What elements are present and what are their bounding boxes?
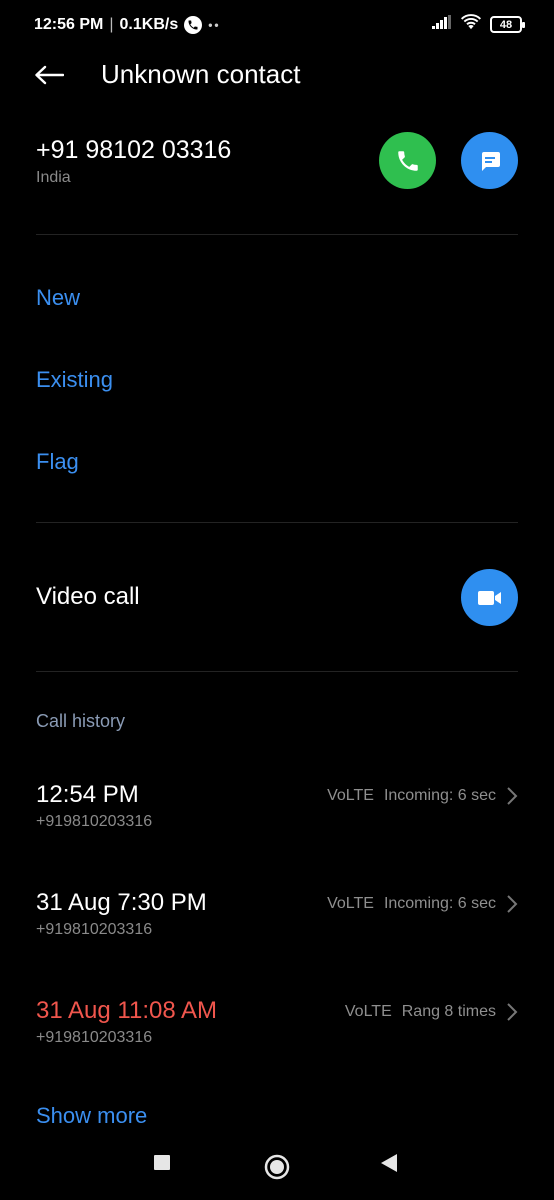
flag-link[interactable]: Flag xyxy=(36,449,79,475)
new-contact-link[interactable]: New xyxy=(36,285,80,311)
status-separator: | xyxy=(109,16,114,33)
message-icon xyxy=(481,151,500,171)
call-network: VoLTE xyxy=(327,787,374,804)
back-button[interactable] xyxy=(378,1152,400,1174)
status-bar: 12:56 PM | 0.1KB/s •• 48 xyxy=(0,0,554,50)
home-circle-icon xyxy=(264,1154,290,1180)
battery-icon: 48 xyxy=(490,16,525,33)
signal-icon xyxy=(432,15,452,34)
divider xyxy=(36,234,518,235)
chevron-right-icon xyxy=(507,895,518,913)
call-time-missed: 31 Aug 11:08 AM xyxy=(36,997,218,1024)
existing-contact-link[interactable]: Existing xyxy=(36,367,113,393)
contact-phone-number[interactable]: +91 98102 03316 xyxy=(36,136,231,165)
call-number: +919810203316 xyxy=(36,813,153,830)
video-call-label: Video call xyxy=(36,583,140,610)
status-speed: 0.1KB/s xyxy=(119,16,179,33)
app-header: Unknown contact xyxy=(0,50,554,100)
call-meta: VoLTE Rang 8 times xyxy=(345,1003,496,1021)
video-call-button[interactable] xyxy=(461,569,518,626)
video-camera-icon xyxy=(477,590,501,605)
divider xyxy=(36,671,518,672)
recents-button[interactable] xyxy=(152,1152,172,1172)
wifi-icon xyxy=(460,14,482,35)
chevron-right-icon xyxy=(507,787,518,805)
call-history-row[interactable]: 31 Aug 7:30 PM +919810203316 VoLTE Incom… xyxy=(0,889,554,959)
call-number: +919810203316 xyxy=(36,1029,153,1046)
call-history-row[interactable]: 31 Aug 11:08 AM +919810203316 VoLTE Rang… xyxy=(0,997,554,1067)
call-meta: VoLTE Incoming: 6 sec xyxy=(327,787,496,805)
contact-detail-screen: 12:56 PM | 0.1KB/s •• 48 Unknown contact… xyxy=(0,0,554,1200)
more-notifications-icon: •• xyxy=(208,18,221,32)
call-button[interactable] xyxy=(379,132,436,189)
home-button[interactable] xyxy=(262,1152,292,1182)
divider xyxy=(36,522,518,523)
phone-call-icon xyxy=(184,16,203,34)
call-number: +919810203316 xyxy=(36,921,153,938)
call-meta: VoLTE Incoming: 6 sec xyxy=(327,895,496,913)
call-status: Rang 8 times xyxy=(401,1003,496,1020)
call-time: 12:54 PM xyxy=(36,781,139,808)
call-network: VoLTE xyxy=(344,1003,392,1020)
contact-country: India xyxy=(36,169,71,186)
phone-icon xyxy=(397,150,418,171)
back-triangle-icon xyxy=(381,1154,397,1172)
status-left: 12:56 PM | 0.1KB/s •• xyxy=(34,16,221,34)
call-network: VoLTE xyxy=(327,895,374,912)
chevron-right-icon xyxy=(507,1003,518,1021)
call-status: Incoming: 6 sec xyxy=(383,787,496,804)
call-history-row[interactable]: 12:54 PM +919810203316 VoLTE Incoming: 6… xyxy=(0,781,554,851)
call-status: Incoming: 6 sec xyxy=(383,895,496,912)
navigation-bar xyxy=(0,1140,554,1200)
square-icon xyxy=(154,1155,170,1170)
page-title: Unknown contact xyxy=(101,59,301,89)
show-more-link[interactable]: Show more xyxy=(36,1103,147,1129)
call-history-title: Call history xyxy=(36,711,126,731)
back-arrow-icon[interactable] xyxy=(34,60,68,90)
status-time: 12:56 PM xyxy=(34,16,104,33)
status-right: 48 xyxy=(432,14,525,35)
message-button[interactable] xyxy=(461,132,518,189)
call-time: 31 Aug 7:30 PM xyxy=(36,889,207,916)
